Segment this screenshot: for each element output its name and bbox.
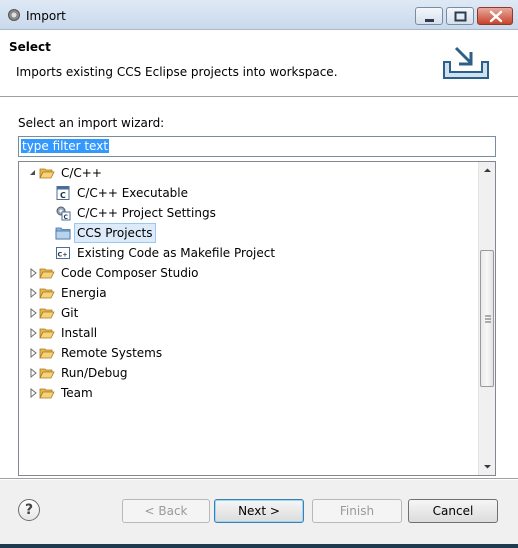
wizard-select-label: Select an import wizard: (18, 116, 165, 130)
tree-label: Install (61, 326, 98, 340)
open-folder-icon (39, 328, 55, 339)
tree-node-cpp[interactable]: C/C++ (19, 163, 479, 183)
maximize-icon (454, 11, 467, 22)
cpp-executable-icon: C (56, 186, 70, 200)
expanded-arrow-icon (30, 170, 35, 175)
tree-scrollbar[interactable] (478, 162, 495, 475)
tree-node-team[interactable]: Team (19, 383, 479, 403)
tree-node-ccs-projects[interactable]: CCS Projects (19, 223, 479, 243)
tree-node-code-composer-studio[interactable]: Code Composer Studio (19, 263, 479, 283)
tree-node-cpp-project-settings[interactable]: C C/C++ Project Settings (19, 203, 479, 223)
tree-label: Team (61, 386, 93, 400)
tree-label: Remote Systems (61, 346, 163, 360)
maximize-button[interactable] (446, 7, 474, 25)
collapsed-arrow-icon (30, 327, 37, 339)
eclipse-app-icon (8, 9, 20, 21)
title-bar: Import (0, 0, 518, 30)
page-title: Select (9, 40, 51, 54)
tree-label: Run/Debug (61, 366, 128, 380)
wizard-header: Select Imports existing CCS Eclipse proj… (0, 30, 518, 96)
tree-node-run-debug[interactable]: Run/Debug (19, 363, 479, 383)
filter-text: type filter text (21, 139, 110, 153)
wizard-body: Select an import wizard: type filter tex… (0, 98, 518, 476)
folder-icon (55, 227, 71, 240)
tree-label: Energia (61, 286, 107, 300)
collapsed-arrow-icon (30, 287, 37, 299)
page-description: Imports existing CCS Eclipse projects in… (16, 65, 338, 79)
scroll-down-arrow-icon[interactable] (479, 458, 496, 475)
tree-node-cpp-executable[interactable]: C C/C++ Executable (19, 183, 479, 203)
project-settings-icon: C (56, 206, 71, 221)
collapsed-arrow-icon (30, 347, 37, 359)
import-banner-icon (443, 46, 489, 79)
taskbar-edge (0, 544, 518, 548)
wizard-footer: ? < Back Next > Finish Cancel (0, 480, 518, 548)
open-folder-icon (39, 168, 55, 179)
tree-node-energia[interactable]: Energia (19, 283, 479, 303)
svg-text:C+: C+ (58, 251, 68, 259)
open-folder-icon (39, 348, 55, 359)
grip-icon (485, 315, 491, 323)
tree-node-git[interactable]: Git (19, 303, 479, 323)
back-button[interactable]: < Back (122, 499, 210, 523)
close-button[interactable] (477, 7, 513, 25)
minimize-button[interactable] (415, 7, 443, 25)
help-icon[interactable]: ? (18, 499, 40, 521)
filter-input[interactable]: type filter text (18, 136, 496, 157)
tree-label: Git (61, 306, 79, 320)
collapsed-arrow-icon (30, 307, 37, 319)
makefile-project-icon: C+ (56, 247, 70, 259)
open-folder-icon (39, 308, 55, 319)
tree-label: C/C++ Executable (77, 186, 189, 200)
open-folder-icon (39, 368, 55, 379)
tree-node-install[interactable]: Install (19, 323, 479, 343)
open-folder-icon (39, 388, 55, 399)
tree-label: Existing Code as Makefile Project (77, 246, 276, 260)
scrollbar-thumb[interactable] (480, 250, 494, 387)
minimize-icon (425, 19, 434, 22)
tree-label: CCS Projects (74, 223, 156, 243)
svg-text:C: C (64, 214, 69, 221)
next-button[interactable]: Next > (214, 499, 304, 523)
scroll-up-arrow-icon[interactable] (479, 162, 496, 179)
collapsed-arrow-icon (30, 267, 37, 279)
tree-node-existing-code-makefile[interactable]: C+ Existing Code as Makefile Project (19, 243, 479, 263)
tree-label: C/C++ Project Settings (77, 206, 216, 220)
svg-text:C: C (60, 191, 66, 200)
open-folder-icon (39, 288, 55, 299)
collapsed-arrow-icon (30, 387, 37, 399)
open-folder-icon (39, 268, 55, 279)
tree-node-remote-systems[interactable]: Remote Systems (19, 343, 479, 363)
close-icon (489, 10, 503, 23)
collapsed-arrow-icon (30, 367, 37, 379)
tree-label: C/C++ (61, 166, 102, 180)
wizard-tree[interactable]: C/C++ C C/C++ Executable C C/C++ Project… (18, 161, 496, 476)
cancel-button[interactable]: Cancel (408, 499, 498, 523)
tree-label: Code Composer Studio (61, 266, 199, 280)
finish-button[interactable]: Finish (312, 499, 402, 523)
window-title: Import (26, 9, 66, 23)
